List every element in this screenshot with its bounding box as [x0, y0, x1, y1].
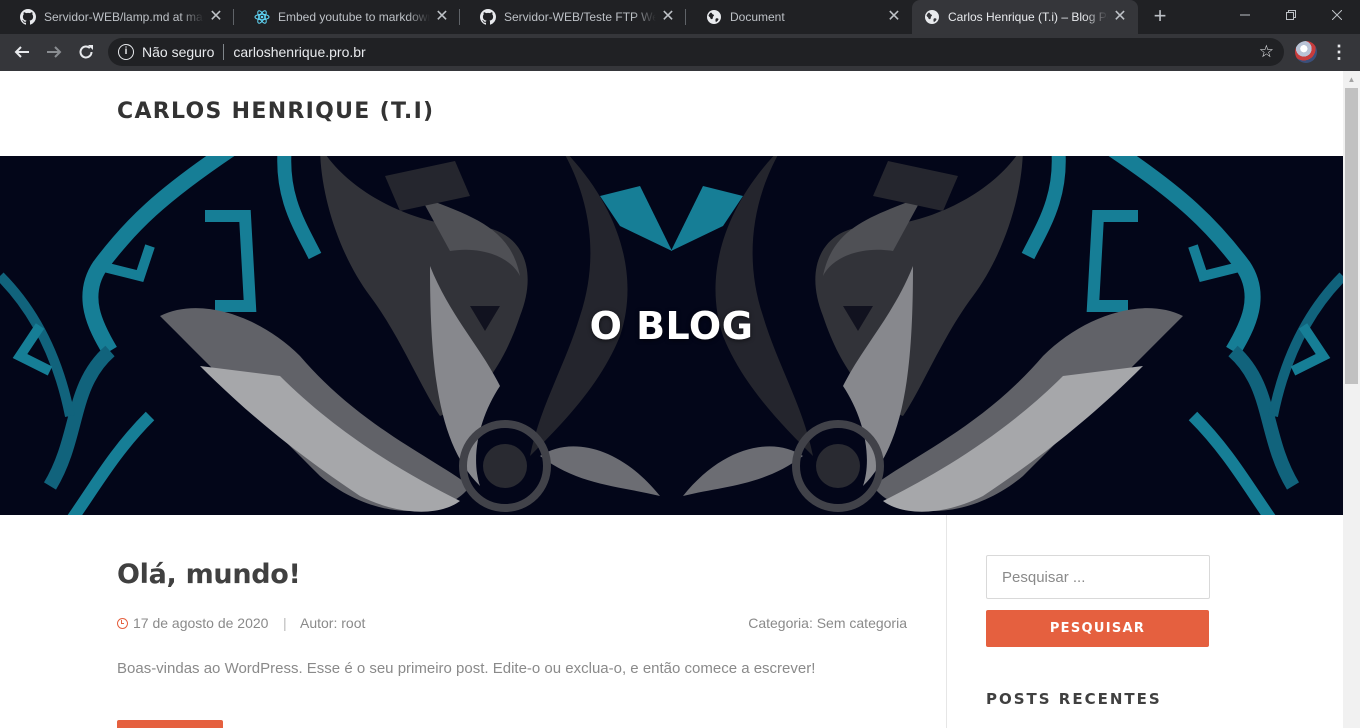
tab-lamp-md[interactable]: Servidor-WEB/lamp.md at master ✕ [0, 0, 234, 34]
site-header: CARLOS HENRIQUE (T.I) [0, 71, 1343, 156]
read-more-button[interactable] [117, 720, 223, 728]
tab-title: Document [730, 10, 785, 24]
tab-title: Embed youtube to markdown, GitHub [278, 10, 430, 24]
scrollbar-thumb[interactable] [1345, 88, 1358, 384]
close-icon[interactable]: ✕ [886, 9, 902, 25]
avatar[interactable] [1295, 41, 1317, 63]
scrollbar[interactable]: ▲ [1343, 71, 1360, 728]
meta-separator: | [283, 615, 287, 631]
github-icon [20, 9, 36, 25]
address-bar[interactable]: i Não seguro carloshenrique.pro.br ☆ [108, 38, 1284, 66]
post-category[interactable]: Categoria: Sem categoria [748, 615, 907, 631]
tab-teste-ftp[interactable]: Servidor-WEB/Teste FTP Webmin ✕ [460, 0, 686, 34]
tab-strip: Servidor-WEB/lamp.md at master ✕ Embed y… [0, 0, 1360, 34]
post-date-text: 17 de agosto de 2020 [133, 615, 269, 631]
hero-banner: O BLOG [0, 156, 1343, 515]
tab-title: Carlos Henrique (T.i) – Blog Pessoal [948, 10, 1108, 24]
post-title[interactable]: Olá, mundo! [117, 559, 301, 590]
tab-document[interactable]: Document ✕ [686, 0, 912, 34]
sidebar-divider [946, 515, 947, 728]
browser-toolbar: i Não seguro carloshenrique.pro.br ☆ ⋮ [0, 34, 1360, 71]
post-meta: 17 de agosto de 2020 | Autor: root Categ… [117, 615, 907, 635]
back-arrow-icon[interactable] [10, 40, 34, 64]
minimize-icon[interactable] [1222, 0, 1268, 30]
window-close-icon[interactable] [1314, 0, 1360, 30]
clock-icon [117, 617, 128, 629]
recent-posts-heading: POSTS RECENTES [986, 690, 1162, 708]
search-button[interactable]: PESQUISAR [986, 610, 1209, 647]
close-icon[interactable]: ✕ [1112, 9, 1128, 25]
hero-title: O BLOG [589, 304, 754, 348]
forward-arrow-icon[interactable] [42, 40, 66, 64]
tab-carlos-henrique[interactable]: Carlos Henrique (T.i) – Blog Pessoal ✕ [912, 0, 1138, 34]
close-icon[interactable]: ✕ [660, 9, 676, 25]
post-excerpt: Boas-vindas ao WordPress. Esse é o seu p… [117, 660, 816, 677]
globe-icon [706, 9, 722, 25]
url-text[interactable]: carloshenrique.pro.br [233, 44, 365, 60]
post-author[interactable]: Autor: root [300, 615, 365, 631]
scroll-up-icon[interactable]: ▲ [1343, 71, 1360, 88]
tab-embed-youtube[interactable]: Embed youtube to markdown, GitHub ✕ [234, 0, 460, 34]
new-tab-button[interactable]: + [1148, 5, 1172, 29]
site-title[interactable]: CARLOS HENRIQUE (T.I) [117, 99, 434, 124]
divider [223, 44, 225, 60]
info-icon[interactable]: i [118, 44, 134, 60]
page-viewport: CARLOS HENRIQUE (T.I) O BLOG Olá, mundo!… [0, 71, 1343, 728]
close-icon[interactable]: ✕ [434, 9, 450, 25]
bookmark-star-icon[interactable]: ☆ [1259, 42, 1274, 62]
kebab-menu-icon[interactable]: ⋮ [1330, 41, 1348, 63]
tab-title: Servidor-WEB/Teste FTP Webmin [504, 10, 656, 24]
restore-icon[interactable] [1268, 0, 1314, 30]
globe-icon [924, 9, 940, 25]
tab-title: Servidor-WEB/lamp.md at master [44, 10, 204, 24]
security-label[interactable]: Não seguro [142, 44, 214, 60]
search-input[interactable] [986, 555, 1210, 599]
react-icon [254, 9, 270, 25]
post-date[interactable]: 17 de agosto de 2020 [117, 615, 268, 631]
main-content: Olá, mundo! 17 de agosto de 2020 | Autor… [0, 515, 1343, 728]
close-icon[interactable]: ✕ [208, 9, 224, 25]
github-icon [480, 9, 496, 25]
reload-icon[interactable] [74, 40, 98, 64]
